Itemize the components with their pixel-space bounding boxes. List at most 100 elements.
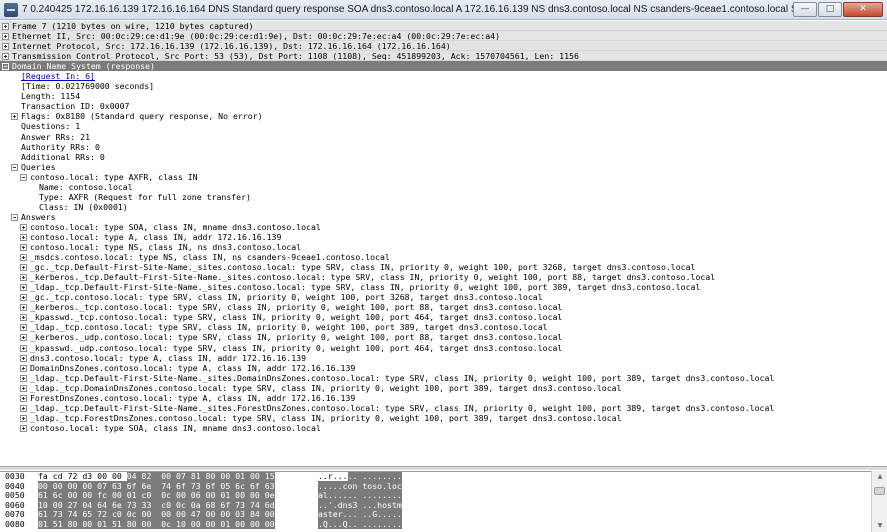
hex-bytes[interactable]: 01 51 80 00 01 51 80 00 0c 10 00 00 01 0… bbox=[38, 518, 318, 530]
tree-row[interactable]: Type: AXFR (Request for full zone transf… bbox=[0, 192, 887, 202]
tree-row[interactable]: contoso.local: type A, class IN, addr 17… bbox=[0, 232, 887, 242]
expand-icon[interactable] bbox=[20, 424, 27, 432]
expand-icon[interactable] bbox=[20, 344, 27, 352]
expand-icon[interactable] bbox=[20, 244, 27, 252]
tree-row[interactable]: Class: IN (0x0001) bbox=[0, 202, 887, 212]
tree-row[interactable]: _ldap._tcp.DomainDnsZones.contoso.local:… bbox=[0, 383, 887, 393]
ascii-highlight: .Q...Q.. ........ bbox=[318, 518, 402, 529]
tree-row[interactable]: Frame 7 (1210 bytes on wire, 1210 bytes … bbox=[0, 21, 887, 32]
tree-row[interactable]: _ldap._tcp.Default-First-Site-Name._site… bbox=[0, 373, 887, 383]
collapse-icon[interactable] bbox=[11, 213, 18, 221]
pane-splitter[interactable] bbox=[0, 466, 887, 470]
tree-row[interactable]: Queries bbox=[0, 162, 887, 172]
tree-row-text: contoso.local: type SOA, class IN, mname… bbox=[30, 221, 321, 232]
bytes-scrollbar[interactable]: ▲ ▼ bbox=[871, 471, 887, 532]
request-link[interactable]: [Request In: 6] bbox=[21, 71, 95, 81]
tree-row[interactable]: Length: 1154 bbox=[0, 91, 887, 101]
tree-row[interactable]: Additional RRs: 0 bbox=[0, 152, 887, 162]
scroll-up-arrow-icon[interactable]: ▲ bbox=[872, 471, 887, 483]
ascii-plain: ..r... bbox=[318, 471, 348, 481]
expand-icon[interactable] bbox=[2, 23, 9, 30]
tree-row[interactable]: DomainDnsZones.contoso.local: type A, cl… bbox=[0, 363, 887, 373]
ascii-bytes[interactable]: .Q...Q.. ........ bbox=[318, 518, 418, 530]
tree-row-text: Additional RRs: 0 bbox=[21, 151, 105, 162]
expand-icon[interactable] bbox=[20, 314, 27, 322]
tree-row[interactable]: Transaction ID: 0x0007 bbox=[0, 101, 887, 111]
tree-row-text: Authority RRs: 0 bbox=[21, 141, 100, 152]
expand-icon[interactable] bbox=[20, 384, 27, 392]
collapse-icon[interactable] bbox=[2, 63, 9, 71]
expand-icon[interactable] bbox=[2, 33, 9, 41]
close-button[interactable]: ✕ bbox=[843, 2, 883, 17]
tree-row[interactable]: _msdcs.contoso.local: type NS, class IN,… bbox=[0, 252, 887, 262]
tree-row-text: Queries bbox=[21, 161, 56, 172]
hex-highlight: 61 73 74 65 72 c0 0c 00 00 00 47 00 00 0… bbox=[38, 509, 275, 520]
expand-icon[interactable] bbox=[20, 404, 27, 412]
tree-row[interactable]: Flags: 0x8180 (Standard query response, … bbox=[0, 111, 887, 121]
tree-row[interactable]: _ldap._tcp.contoso.local: type SRV, clas… bbox=[0, 322, 887, 332]
tree-row[interactable]: _gc._tcp.contoso.local: type SRV, class … bbox=[0, 292, 887, 302]
tree-row-text: _kerberos._tcp.contoso.local: type SRV, … bbox=[30, 302, 563, 313]
tree-row[interactable]: Answers bbox=[0, 212, 887, 222]
tree-row[interactable]: contoso.local: type SOA, class IN, mname… bbox=[0, 222, 887, 232]
window-titlebar: 7 0.240425 172.16.16.139 172.16.16.164 D… bbox=[0, 0, 887, 20]
collapse-icon[interactable] bbox=[11, 163, 18, 171]
scroll-thumb[interactable] bbox=[874, 487, 885, 495]
tree-row-text: Class: IN (0x0001) bbox=[39, 201, 128, 212]
tree-row[interactable]: Questions: 1 bbox=[0, 121, 887, 131]
tree-row[interactable]: Internet Protocol, Src: 172.16.16.139 (1… bbox=[0, 41, 887, 52]
tree-row[interactable]: Transmission Control Protocol, Src Port:… bbox=[0, 51, 887, 62]
expand-icon[interactable] bbox=[11, 113, 18, 121]
expand-icon[interactable] bbox=[20, 294, 27, 302]
tree-row-text: _kerberos._udp.contoso.local: type SRV, … bbox=[30, 332, 563, 343]
expand-icon[interactable] bbox=[20, 223, 27, 231]
tree-row-text: _ldap._tcp.Default-First-Site-Name._site… bbox=[30, 402, 775, 413]
tree-row[interactable]: _kpasswd._tcp.contoso.local: type SRV, c… bbox=[0, 312, 887, 322]
expand-icon[interactable] bbox=[2, 43, 9, 51]
hex-highlight: 00 00 00 00 07 63 6f 6e 74 6f 73 6f 05 6… bbox=[38, 480, 275, 491]
tree-row[interactable]: _kerberos._udp.contoso.local: type SRV, … bbox=[0, 332, 887, 342]
expand-icon[interactable] bbox=[20, 364, 27, 372]
expand-icon[interactable] bbox=[20, 264, 27, 272]
restore-button[interactable]: □ bbox=[818, 2, 842, 17]
tree-row[interactable]: [Request In: 6] bbox=[0, 71, 887, 81]
tree-row[interactable]: contoso.local: type AXFR, class IN bbox=[0, 172, 887, 182]
scroll-down-arrow-icon[interactable]: ▼ bbox=[872, 520, 887, 532]
tree-row[interactable]: Answer RRs: 21 bbox=[0, 132, 887, 142]
tree-row[interactable]: [Time: 0.021769000 seconds] bbox=[0, 81, 887, 91]
tree-row[interactable]: contoso.local: type SOA, class IN, mname… bbox=[0, 423, 887, 433]
expand-icon[interactable] bbox=[20, 284, 27, 292]
tree-row[interactable]: _kerberos._tcp.Default-First-Site-Name._… bbox=[0, 272, 887, 282]
tree-row[interactable]: ForestDnsZones.contoso.local: type A, cl… bbox=[0, 393, 887, 403]
expand-icon[interactable] bbox=[20, 304, 27, 312]
tree-row[interactable]: _ldap._tcp.Default-First-Site-Name._site… bbox=[0, 282, 887, 292]
expand-icon[interactable] bbox=[20, 334, 27, 342]
tree-row[interactable]: contoso.local: type NS, class IN, ns dns… bbox=[0, 242, 887, 252]
tree-row[interactable]: Domain Name System (response) bbox=[0, 61, 887, 72]
tree-row[interactable]: Authority RRs: 0 bbox=[0, 142, 887, 152]
tree-row[interactable]: _ldap._tcp.ForestDnsZones.contoso.local:… bbox=[0, 413, 887, 423]
window-controls: — □ ✕ bbox=[792, 2, 883, 17]
expand-icon[interactable] bbox=[20, 374, 27, 382]
expand-icon[interactable] bbox=[20, 414, 27, 422]
tree-row[interactable]: _kerberos._tcp.contoso.local: type SRV, … bbox=[0, 302, 887, 312]
expand-icon[interactable] bbox=[20, 354, 27, 362]
expand-icon[interactable] bbox=[2, 53, 9, 61]
tree-row[interactable]: Name: contoso.local bbox=[0, 182, 887, 192]
ascii-highlight: al...... ........ bbox=[318, 490, 402, 501]
expand-icon[interactable] bbox=[20, 274, 27, 282]
tree-row-text: _ldap._tcp.ForestDnsZones.contoso.local:… bbox=[30, 412, 622, 423]
tree-row[interactable]: Ethernet II, Src: 00:0c:29:ce:d1:9e (00:… bbox=[0, 31, 887, 42]
tree-row-text: contoso.local: type AXFR, class IN bbox=[30, 171, 198, 182]
tree-row[interactable]: _ldap._tcp.Default-First-Site-Name._site… bbox=[0, 403, 887, 413]
tree-row[interactable]: dns3.contoso.local: type A, class IN, ad… bbox=[0, 353, 887, 363]
expand-icon[interactable] bbox=[20, 233, 27, 241]
collapse-icon[interactable] bbox=[20, 173, 27, 181]
tree-row[interactable]: _gc._tcp.Default-First-Site-Name._sites.… bbox=[0, 262, 887, 272]
expand-icon[interactable] bbox=[20, 254, 27, 262]
minimize-button[interactable]: — bbox=[793, 2, 817, 17]
tree-row[interactable]: _kpasswd._udp.contoso.local: type SRV, c… bbox=[0, 343, 887, 353]
expand-icon[interactable] bbox=[20, 324, 27, 332]
hex-highlight: 10 00 27 04 64 6e 73 33 c0 0c 0a 68 6f 7… bbox=[38, 499, 275, 510]
expand-icon[interactable] bbox=[20, 394, 27, 402]
